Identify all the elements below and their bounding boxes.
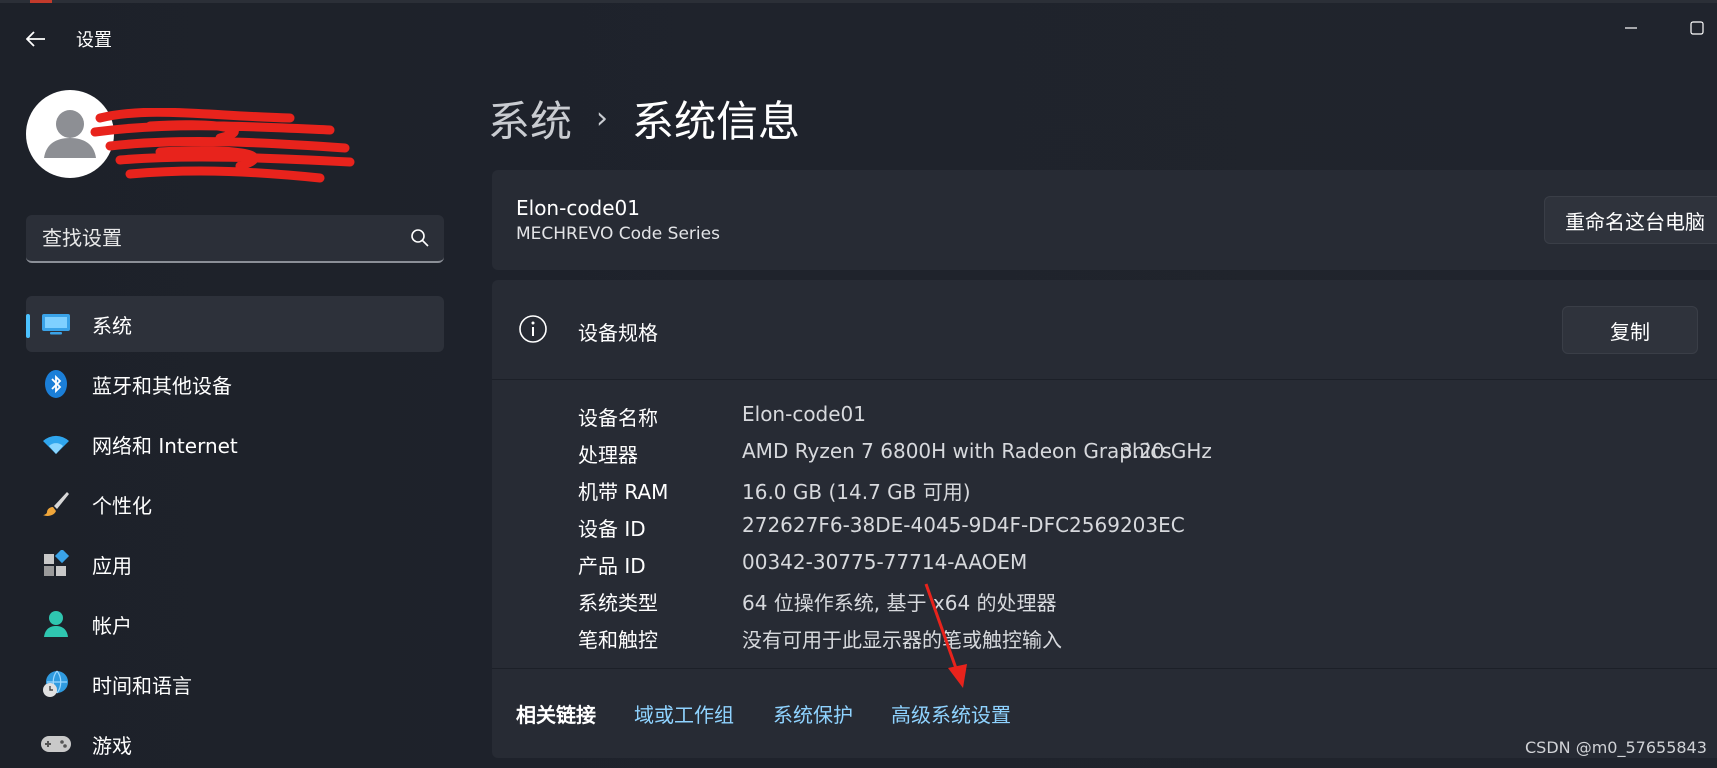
search-icon[interactable] — [410, 228, 430, 248]
watermark: CSDN @m0_57655843 — [1525, 738, 1707, 757]
settings-window: 设置 系统 蓝牙 — [0, 0, 1717, 768]
wifi-icon — [40, 430, 72, 458]
spec-key: 设备 ID — [578, 517, 646, 541]
link-system-protection[interactable]: 系统保护 — [773, 699, 853, 728]
device-model: MECHREVO Code Series — [516, 224, 720, 244]
spec-key: 产品 ID — [578, 554, 646, 578]
specs-header[interactable]: 设备规格 复制 — [492, 280, 1717, 380]
sidebar-item-bluetooth[interactable]: 蓝牙和其他设备 — [26, 356, 444, 412]
spec-row-product-id: 产品 ID 00342-30775-77714-AAOEM — [578, 546, 1678, 583]
breadcrumb: 系统 › 系统信息 — [488, 88, 800, 148]
sidebar-item-personalization[interactable]: 个性化 — [26, 476, 444, 532]
spec-value: 64 位操作系统, 基于 x64 的处理器 — [742, 591, 1057, 615]
gamepad-icon — [40, 730, 72, 758]
sidebar-item-label: 网络和 Internet — [92, 433, 238, 458]
spec-row-processor: 处理器 AMD Ryzen 7 6800H with Radeon Graphi… — [578, 435, 1678, 472]
spec-value: 00342-30775-77714-AAOEM — [742, 550, 1028, 574]
spec-value-extra: 3.20 GHz — [1120, 439, 1212, 463]
minimize-button[interactable] — [1616, 16, 1646, 40]
link-domain-workgroup[interactable]: 域或工作组 — [634, 699, 734, 728]
sidebar-item-label: 游戏 — [92, 733, 132, 758]
apps-icon — [40, 550, 72, 578]
sidebar-item-time-language[interactable]: 时间和语言 — [26, 656, 444, 712]
search-box[interactable] — [26, 215, 444, 263]
back-arrow-icon — [26, 31, 45, 47]
spec-row-device-name: 设备名称 Elon-code01 — [578, 398, 1678, 435]
spec-key: 机带 RAM — [578, 480, 669, 504]
sidebar-item-accounts[interactable]: 帐户 — [26, 596, 444, 652]
spec-row-pen-touch: 笔和触控 没有可用于此显示器的笔或触控输入 — [578, 620, 1678, 657]
redaction-scribble — [90, 108, 355, 183]
sidebar-item-system[interactable]: 系统 — [26, 296, 444, 352]
maximize-button[interactable] — [1682, 16, 1712, 40]
spec-value: AMD Ryzen 7 6800H with Radeon Graphics — [742, 439, 1172, 463]
account-icon — [40, 610, 72, 638]
sidebar-item-gaming[interactable]: 游戏 — [26, 716, 444, 768]
device-specs-card: 设备规格 复制 设备名称 Elon-code01 处理器 AMD Ryzen 7… — [492, 280, 1717, 758]
title-bar: 设置 — [0, 0, 1717, 76]
spec-key: 系统类型 — [578, 591, 658, 615]
page-title: 系统信息 — [632, 96, 801, 146]
app-title: 设置 — [76, 30, 112, 51]
device-name: Elon-code01 — [516, 196, 641, 220]
bluetooth-icon — [40, 370, 72, 398]
breadcrumb-parent[interactable]: 系统 — [488, 88, 572, 149]
spec-row-system-type: 系统类型 64 位操作系统, 基于 x64 的处理器 — [578, 583, 1678, 620]
spec-value: 没有可用于此显示器的笔或触控输入 — [742, 628, 1062, 652]
rename-pc-button[interactable]: 重命名这台电脑 — [1544, 196, 1717, 244]
display-icon — [40, 310, 72, 338]
spec-rows: 设备名称 Elon-code01 处理器 AMD Ryzen 7 6800H w… — [578, 398, 1678, 657]
spec-value: Elon-code01 — [742, 402, 867, 426]
copy-button[interactable]: 复制 — [1562, 306, 1698, 354]
sidebar-item-label: 时间和语言 — [92, 673, 192, 698]
link-advanced-system-settings[interactable]: 高级系统设置 — [891, 699, 1011, 728]
sidebar-item-network[interactable]: 网络和 Internet — [26, 416, 444, 472]
maximize-icon — [1690, 21, 1704, 35]
device-card: Elon-code01 MECHREVO Code Series 重命名这台电脑 — [492, 170, 1717, 270]
sidebar-item-label: 系统 — [92, 313, 132, 338]
brush-icon — [40, 490, 72, 518]
info-icon — [519, 315, 547, 343]
sidebar-item-label: 个性化 — [92, 493, 152, 518]
back-button[interactable] — [18, 22, 54, 56]
globe-clock-icon — [40, 670, 72, 698]
specs-title: 设备规格 — [578, 321, 658, 345]
spec-key: 设备名称 — [578, 406, 658, 430]
spec-key: 处理器 — [578, 443, 638, 467]
minimize-icon — [1625, 27, 1637, 29]
sidebar-item-label: 帐户 — [92, 613, 132, 638]
spec-value: 16.0 GB (14.7 GB 可用) — [742, 480, 971, 504]
sidebar-item-label: 蓝牙和其他设备 — [92, 373, 232, 398]
annotation-arrow-icon — [924, 583, 967, 688]
spec-row-ram: 机带 RAM 16.0 GB (14.7 GB 可用) — [578, 472, 1678, 509]
sidebar-item-label: 应用 — [92, 553, 132, 578]
sidebar-item-apps[interactable]: 应用 — [26, 536, 444, 592]
spec-value: 272627F6-38DE-4045-9D4F-DFC2569203EC — [742, 513, 1185, 537]
spec-key: 笔和触控 — [578, 628, 658, 652]
sidebar-nav: 系统 蓝牙和其他设备 网络和 Internet 个性化 应用 帐户 时间和语言 … — [26, 296, 444, 768]
search-input[interactable] — [26, 215, 396, 261]
breadcrumb-separator: › — [596, 100, 609, 136]
spec-row-device-id: 设备 ID 272627F6-38DE-4045-9D4F-DFC2569203… — [578, 509, 1678, 546]
related-links-label: 相关链接 — [516, 703, 596, 727]
